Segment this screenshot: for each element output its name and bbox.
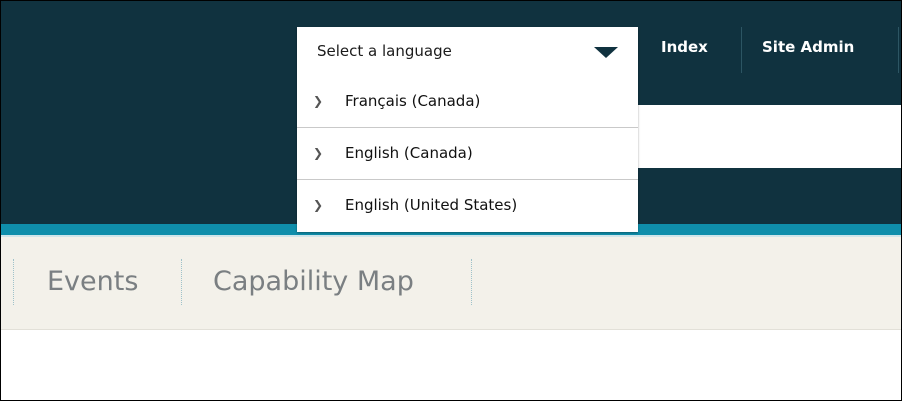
nav-site-admin-link[interactable]: Site Admin: [762, 37, 854, 57]
subnav-item-capability-map[interactable]: Capability Map: [213, 265, 414, 299]
chevron-right-icon: ❯: [313, 146, 324, 160]
page-frame: Index Site Admin Events Capability Map S…: [0, 0, 902, 401]
chevron-right-icon: ❯: [313, 198, 324, 212]
search-bar-area[interactable]: [637, 105, 901, 168]
option-divider: [297, 179, 638, 180]
subnav-separator: [181, 259, 182, 305]
option-divider: [297, 127, 638, 128]
secondary-nav: Events Capability Map: [1, 237, 901, 330]
chevron-right-icon: ❯: [313, 94, 324, 108]
language-option-en-ca[interactable]: ❯ English (Canada): [297, 129, 638, 181]
nav-separator: [741, 27, 742, 73]
caret-down-icon[interactable]: [594, 47, 618, 58]
language-option-label: English (United States): [345, 196, 518, 214]
subnav-separator: [13, 259, 14, 305]
language-option-en-us[interactable]: ❯ English (United States): [297, 181, 638, 233]
language-select-label: Select a language: [317, 42, 452, 60]
subnav-separator: [471, 259, 472, 305]
language-option-label: Français (Canada): [345, 92, 481, 110]
subnav-item-events[interactable]: Events: [47, 265, 138, 299]
language-select[interactable]: Select a language: [297, 27, 638, 77]
nav-index-link[interactable]: Index: [661, 37, 708, 57]
language-dropdown: Select a language ❯ Français (Canada) ❯ …: [297, 27, 638, 232]
language-option-fr-ca[interactable]: ❯ Français (Canada): [297, 77, 638, 129]
language-option-label: English (Canada): [345, 144, 473, 162]
nav-separator: [898, 27, 899, 73]
